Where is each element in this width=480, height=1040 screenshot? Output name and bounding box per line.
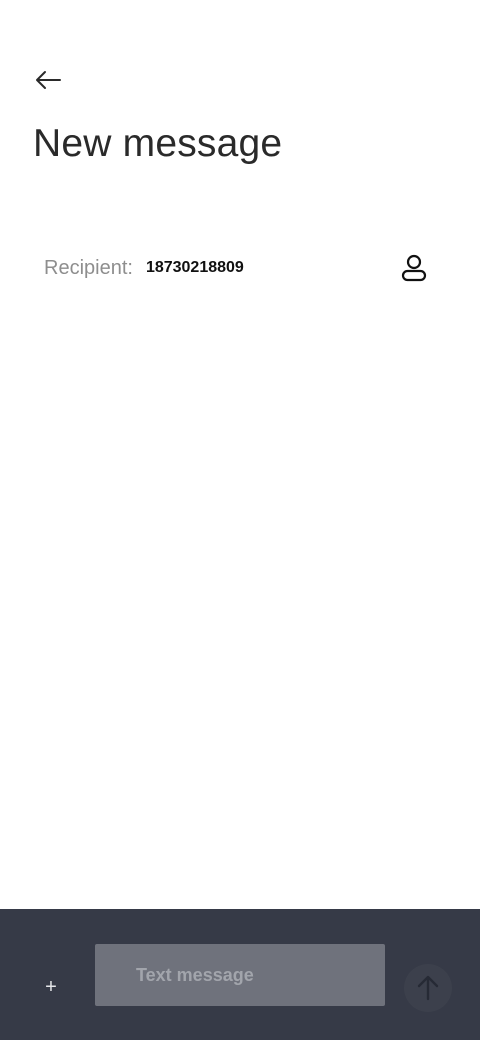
plus-icon: + (45, 975, 57, 998)
arrow-up-icon (417, 975, 439, 1001)
back-button[interactable] (26, 62, 70, 98)
attach-button[interactable]: + (36, 966, 66, 1008)
contact-picker-button[interactable] (396, 246, 432, 290)
recipient-row: Recipient: 18730218809 (44, 246, 444, 290)
recipient-label: Recipient: (44, 256, 133, 279)
person-icon (401, 254, 427, 282)
send-button[interactable] (404, 964, 452, 1012)
recipient-number[interactable]: 18730218809 (146, 259, 244, 277)
page-title: New message (33, 122, 283, 165)
arrow-left-icon (36, 71, 61, 89)
text-message-input[interactable] (95, 944, 385, 1006)
new-message-screen: New message Recipient: 18730218809 + (0, 0, 480, 1040)
